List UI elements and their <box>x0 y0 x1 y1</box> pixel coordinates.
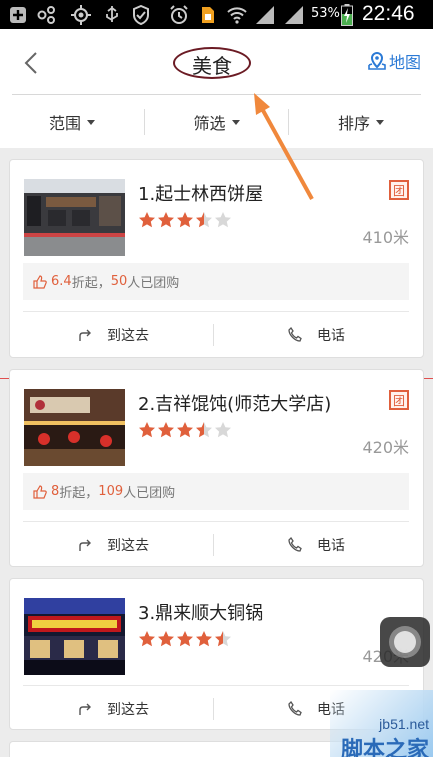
assistive-dot <box>394 631 416 653</box>
navigate-label: 到这去 <box>107 537 149 554</box>
group-buy-promo[interactable]: 8 折起， 109 人已团购 <box>23 473 409 510</box>
usb-icon <box>103 5 121 24</box>
thumbs-up-icon <box>33 484 47 499</box>
back-button[interactable] <box>18 47 46 79</box>
shop-card[interactable]: 1.起士林西饼屋 团 410米 6.4 折起， 50 人已团购 到这去 电话 <box>9 159 424 358</box>
star-icon <box>158 631 174 647</box>
promo-count: 50 <box>110 274 128 289</box>
alarm-icon <box>168 4 190 24</box>
map-pin-icon <box>368 51 386 70</box>
group-buy-badge: 团 <box>389 180 409 200</box>
shop-photo <box>24 598 125 675</box>
page-title-wrap: 美食 <box>173 47 251 79</box>
map-label: 地图 <box>389 53 422 72</box>
navigate-button[interactable]: 到这去 <box>13 522 213 567</box>
divider <box>213 324 214 346</box>
group-buy-badge: 团 <box>389 390 409 410</box>
divider <box>213 534 214 556</box>
promo-count: 109 <box>98 484 124 499</box>
promo-text: 折起， <box>59 486 99 501</box>
shop-name[interactable]: 3.鼎来顺大铜锅 <box>138 599 263 625</box>
route-icon <box>79 539 91 551</box>
clock: 22:46 <box>362 2 415 25</box>
battery-percent: 53% <box>311 6 340 21</box>
add-notification-icon <box>8 5 28 24</box>
watermark-name: 脚本之家 <box>340 738 429 757</box>
rating-stars <box>138 630 233 648</box>
promo-discount: 8 <box>51 484 60 499</box>
caret-down-icon <box>376 120 384 125</box>
star-icon <box>196 422 212 438</box>
share-icon <box>36 5 58 24</box>
star-icon <box>196 212 212 228</box>
call-label: 电话 <box>317 327 345 344</box>
phone-icon <box>288 326 302 342</box>
chevron-left-icon <box>24 52 37 74</box>
assistive-touch-button[interactable] <box>380 617 430 667</box>
star-icon <box>215 631 231 647</box>
promo-tail: 人已团购 <box>123 486 176 501</box>
sim-card-icon <box>200 5 216 24</box>
navigate-label: 到这去 <box>107 327 149 344</box>
group-buy-promo[interactable]: 6.4 折起， 50 人已团购 <box>23 263 409 300</box>
navigate-button[interactable]: 到这去 <box>13 686 213 731</box>
page-title: 美食 <box>192 54 232 78</box>
star-icon <box>177 212 193 228</box>
star-icon <box>139 422 155 438</box>
watermark-url: jb51.net <box>379 716 429 732</box>
map-button[interactable]: 地图 <box>367 49 421 73</box>
star-icon <box>215 212 231 228</box>
caret-down-icon <box>87 120 95 125</box>
distance: 420米 <box>362 438 409 457</box>
promo-text: 折起， <box>71 276 111 291</box>
phone-icon <box>288 536 302 552</box>
distance: 410米 <box>362 228 409 247</box>
rating-stars <box>138 421 233 439</box>
status-bar: 53% 22:46 <box>0 0 433 29</box>
shop-photo <box>24 179 125 256</box>
annotation-arrow <box>254 93 314 200</box>
signal-icon <box>254 5 276 24</box>
star-icon <box>177 631 193 647</box>
star-icon <box>196 631 212 647</box>
shop-card[interactable]: 2.吉祥馄饨(师范大学店) 团 420米 8 折起， 109 人已团购 到这去 … <box>9 369 424 567</box>
filter-screen-label: 筛选 <box>193 113 226 133</box>
navigate-button[interactable]: 到这去 <box>13 312 213 357</box>
rating-stars <box>138 211 233 229</box>
thumbs-up-icon <box>33 274 47 289</box>
watermark: jb51.net 脚本之家 <box>290 690 433 757</box>
call-label: 电话 <box>317 537 345 554</box>
wifi-icon <box>225 5 249 24</box>
promo-discount: 6.4 <box>51 274 72 289</box>
shop-photo <box>24 389 125 466</box>
promo-tail: 人已团购 <box>127 276 180 291</box>
card-actions: 到这去 电话 <box>10 312 425 357</box>
filter-range[interactable]: 范围 <box>0 95 144 148</box>
navigate-label: 到这去 <box>107 701 149 718</box>
star-icon <box>158 422 174 438</box>
call-button[interactable]: 电话 <box>216 312 416 357</box>
call-button[interactable]: 电话 <box>216 522 416 567</box>
gps-icon <box>70 4 92 25</box>
star-icon <box>177 422 193 438</box>
card-actions: 到这去 电话 <box>10 522 425 567</box>
app-header: 美食 地图 <box>0 29 433 95</box>
filter-sort-label: 排序 <box>337 113 370 133</box>
route-icon <box>79 329 91 341</box>
star-icon <box>215 422 231 438</box>
shop-name[interactable]: 2.吉祥馄饨(师范大学店) <box>138 390 331 416</box>
shield-icon <box>130 4 152 25</box>
caret-down-icon <box>231 120 240 125</box>
divider <box>213 698 214 720</box>
star-icon <box>139 212 155 228</box>
battery-charging-icon <box>340 3 354 26</box>
signal-2-icon <box>282 5 306 24</box>
star-icon <box>158 212 174 228</box>
star-icon <box>139 631 155 647</box>
route-icon <box>79 703 91 715</box>
filter-range-label: 范围 <box>48 113 81 133</box>
filter-bar: 范围 筛选 排序 <box>0 95 433 148</box>
